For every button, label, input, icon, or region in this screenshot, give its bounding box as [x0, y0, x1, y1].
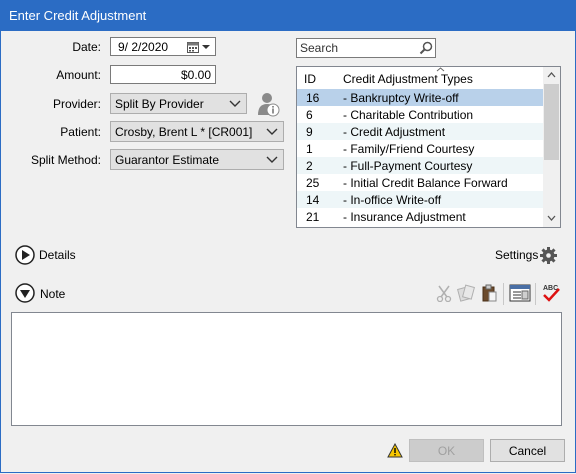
- cut-icon[interactable]: [435, 284, 453, 302]
- row-name: - Credit Adjustment: [343, 125, 446, 139]
- date-value: 9/ 2/2020: [118, 40, 169, 54]
- amount-value: $0.00: [180, 68, 211, 82]
- search-placeholder: Search: [300, 41, 339, 55]
- paste-icon[interactable]: [480, 284, 498, 302]
- provider-label: Provider:: [52, 97, 101, 111]
- title-bar: Enter Credit Adjustment: [0, 0, 576, 32]
- cancel-label: Cancel: [508, 444, 547, 458]
- list-item[interactable]: 1 - Family/Friend Courtesy: [297, 140, 543, 157]
- list-item[interactable]: 9 - Credit Adjustment: [297, 123, 543, 140]
- split-method-label: Split Method:: [30, 153, 101, 167]
- toolbar-separator: [535, 283, 536, 305]
- list-item[interactable]: 16 - Bankruptcy Write-off: [297, 89, 543, 106]
- row-name: - Insurance Adjustment: [343, 210, 466, 224]
- ok-label: OK: [437, 444, 456, 458]
- row-name: - In-office Write-off: [343, 193, 442, 207]
- split-method-value: Guarantor Estimate: [115, 153, 220, 167]
- settings-label[interactable]: Settings: [495, 248, 538, 262]
- spellcheck-icon[interactable]: ABC: [541, 283, 561, 303]
- row-id: 16: [306, 91, 320, 105]
- cancel-button[interactable]: Cancel: [490, 439, 565, 462]
- provider-select[interactable]: Split By Provider: [110, 93, 247, 114]
- details-label[interactable]: Details: [39, 248, 76, 262]
- chevron-down-icon: [266, 156, 278, 163]
- row-id: 2: [306, 159, 313, 173]
- list-item[interactable]: 25 - Initial Credit Balance Forward: [297, 174, 543, 191]
- calendar-icon[interactable]: [187, 41, 199, 53]
- credit-adjustment-types-list[interactable]: ID Credit Adjustment Types 16 - Bankrupt…: [296, 66, 561, 228]
- copy-icon[interactable]: [457, 284, 475, 302]
- date-label: Date:: [72, 40, 101, 54]
- row-name: - Initial Credit Balance Forward: [343, 176, 508, 190]
- date-field[interactable]: 9/ 2/2020: [110, 37, 216, 56]
- row-id: 25: [306, 176, 320, 190]
- amount-field[interactable]: $0.00: [110, 65, 216, 84]
- list-item[interactable]: 2 - Full-Payment Courtesy: [297, 157, 543, 174]
- scroll-up-icon[interactable]: [547, 72, 556, 78]
- search-input[interactable]: Search: [296, 38, 436, 58]
- collapse-arrow-icon[interactable]: [15, 283, 35, 303]
- sort-ascending-icon: [436, 67, 445, 72]
- row-name: - Bankruptcy Write-off: [343, 91, 459, 105]
- provider-value: Split By Provider: [115, 97, 204, 111]
- patient-label: Patient:: [60, 125, 101, 139]
- row-id: 1: [306, 142, 313, 156]
- chevron-down-icon: [266, 128, 278, 135]
- list-scrollbar[interactable]: [543, 67, 560, 227]
- row-name: - Family/Friend Courtesy: [343, 142, 475, 156]
- row-id: 6: [306, 108, 313, 122]
- list-item[interactable]: 21 - Insurance Adjustment: [297, 208, 543, 225]
- column-header-name[interactable]: Credit Adjustment Types: [343, 72, 473, 86]
- amount-label: Amount:: [56, 68, 101, 82]
- warning-icon: [387, 443, 403, 458]
- ok-button[interactable]: OK: [409, 439, 484, 462]
- scroll-down-icon[interactable]: [547, 215, 556, 221]
- list-item[interactable]: 14 - In-office Write-off: [297, 191, 543, 208]
- row-name: - Full-Payment Courtesy: [343, 159, 473, 173]
- toolbar-separator: [503, 283, 504, 305]
- provider-info-icon[interactable]: [256, 91, 282, 117]
- row-id: 14: [306, 193, 320, 207]
- list-header: ID Credit Adjustment Types: [297, 67, 543, 90]
- row-id: 21: [306, 210, 320, 224]
- scrollbar-thumb[interactable]: [544, 84, 559, 160]
- row-name: - Charitable Contribution: [343, 108, 474, 122]
- expand-arrow-icon[interactable]: [15, 245, 35, 265]
- patient-value: Crosby, Brent L * [CR001]: [115, 125, 253, 139]
- row-id: 9: [306, 125, 313, 139]
- list-item[interactable]: 6 - Charitable Contribution: [297, 106, 543, 123]
- insert-template-icon[interactable]: [509, 283, 531, 303]
- search-icon[interactable]: [419, 41, 433, 55]
- split-method-select[interactable]: Guarantor Estimate: [110, 149, 284, 170]
- date-dropdown-icon[interactable]: [202, 45, 210, 50]
- note-textarea[interactable]: [11, 312, 562, 426]
- window-title: Enter Credit Adjustment: [9, 8, 147, 23]
- patient-select[interactable]: Crosby, Brent L * [CR001]: [110, 121, 284, 142]
- column-header-id[interactable]: ID: [304, 72, 316, 86]
- chevron-down-icon: [229, 100, 241, 107]
- gear-icon[interactable]: [540, 247, 557, 264]
- note-label: Note: [40, 287, 66, 301]
